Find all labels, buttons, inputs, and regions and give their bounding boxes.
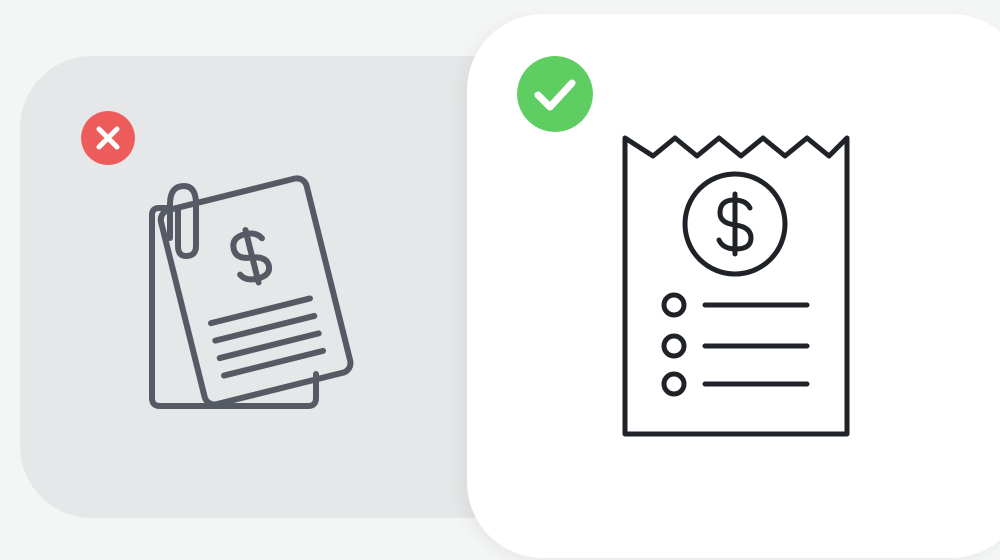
checkmark-icon: [517, 56, 593, 132]
clipped-invoice-documents-icon: [149, 175, 354, 409]
x-icon: [81, 111, 135, 165]
receipt-icon: [622, 135, 850, 437]
comparison-stage: [0, 0, 1000, 560]
